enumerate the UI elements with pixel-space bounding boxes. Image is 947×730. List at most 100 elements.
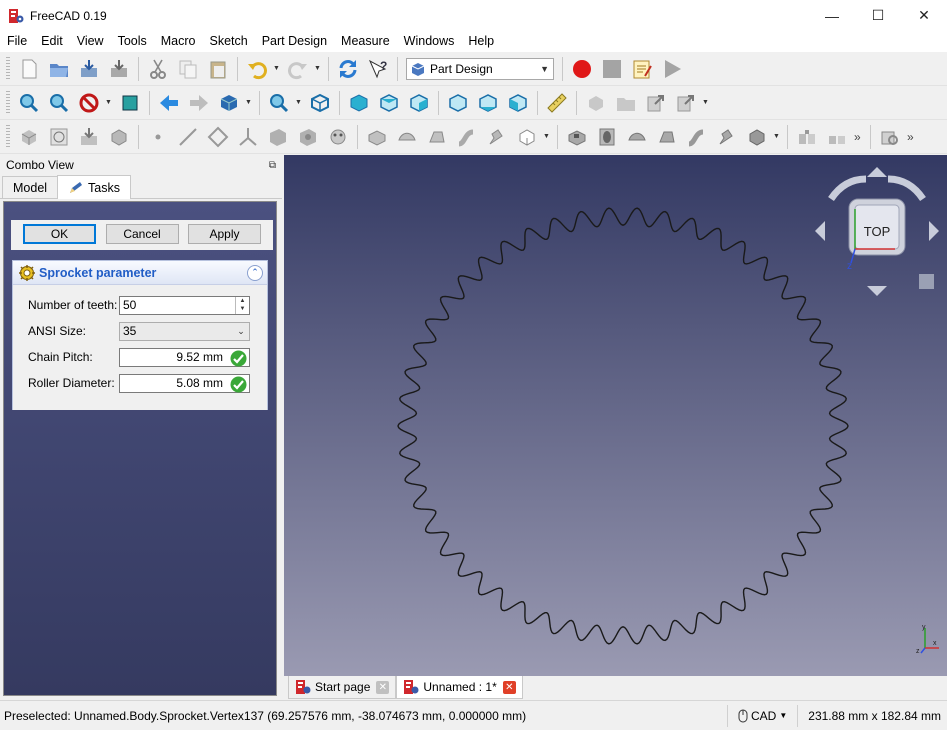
subshape-binder-icon[interactable] bbox=[294, 123, 322, 151]
sync-view-icon[interactable] bbox=[215, 89, 243, 117]
additive-primitive-icon[interactable] bbox=[513, 123, 541, 151]
measure-linear-icon[interactable] bbox=[876, 123, 904, 151]
toolbar-grip[interactable] bbox=[6, 90, 10, 115]
copy-icon[interactable] bbox=[174, 55, 202, 83]
whats-this-icon[interactable]: ? bbox=[364, 55, 392, 83]
view-left-icon[interactable] bbox=[504, 89, 532, 117]
navcube-arrow-up-icon[interactable] bbox=[867, 167, 887, 177]
menu-view[interactable]: View bbox=[70, 31, 111, 52]
subtractive-pipe-icon[interactable] bbox=[683, 123, 711, 151]
link-actions-icon[interactable] bbox=[672, 89, 700, 117]
navcube-arrow-down-icon[interactable] bbox=[867, 286, 887, 296]
save-file-icon[interactable] bbox=[75, 55, 103, 83]
view-bottom-icon[interactable] bbox=[474, 89, 502, 117]
linear-pattern-icon[interactable] bbox=[823, 123, 851, 151]
menu-tools[interactable]: Tools bbox=[111, 31, 154, 52]
additive-loft-icon[interactable] bbox=[423, 123, 451, 151]
redo-icon[interactable] bbox=[284, 55, 312, 83]
navigation-cube[interactable]: TOP z bbox=[807, 159, 947, 299]
additive-helix-icon[interactable] bbox=[483, 123, 511, 151]
attach-sketch-icon[interactable] bbox=[105, 123, 133, 151]
clone-icon[interactable] bbox=[324, 123, 352, 151]
create-sketch-icon[interactable] bbox=[45, 123, 73, 151]
navigation-style-selector[interactable]: CAD ▼ bbox=[732, 709, 793, 723]
isometric-dropdown-icon[interactable]: ▼ bbox=[294, 89, 303, 117]
menu-sketch[interactable]: Sketch bbox=[203, 31, 255, 52]
toolbar-overflow-icon[interactable]: » bbox=[854, 130, 866, 144]
isometric-icon[interactable] bbox=[265, 89, 293, 117]
shape-binder-icon[interactable] bbox=[264, 123, 292, 151]
toolbar-overflow-icon[interactable]: » bbox=[907, 130, 919, 144]
undo-dropdown-icon[interactable]: ▼ bbox=[272, 55, 281, 83]
subtractive-primitive-dropdown-icon[interactable]: ▼ bbox=[772, 123, 781, 151]
navcube-arrow-left-icon[interactable] bbox=[815, 221, 825, 241]
teeth-spinbox[interactable]: 50 ▲ ▼ bbox=[119, 295, 250, 315]
draw-style-icon[interactable] bbox=[75, 89, 103, 117]
undo-icon[interactable] bbox=[243, 55, 271, 83]
revolution-icon[interactable] bbox=[393, 123, 421, 151]
view-rear-icon[interactable] bbox=[444, 89, 472, 117]
hole-icon[interactable] bbox=[593, 123, 621, 151]
measure-distance-icon[interactable] bbox=[543, 89, 571, 117]
chain-pitch-input[interactable]: 9.52 mm bbox=[119, 347, 250, 367]
additive-primitive-dropdown-icon[interactable]: ▼ bbox=[542, 123, 551, 151]
menu-windows[interactable]: Windows bbox=[397, 31, 462, 52]
sprocket-parameter-header[interactable]: Sprocket parameter ⌃ bbox=[13, 261, 267, 285]
sprocket-outline[interactable] bbox=[397, 207, 849, 645]
menu-part-design[interactable]: Part Design bbox=[255, 31, 334, 52]
draw-style-dropdown-icon[interactable]: ▼ bbox=[104, 89, 113, 117]
validate-sketch-icon[interactable] bbox=[75, 123, 103, 151]
close-tab-icon[interactable]: ✕ bbox=[376, 680, 390, 694]
apply-button[interactable]: Apply bbox=[188, 224, 261, 244]
toolbar-grip[interactable] bbox=[6, 56, 10, 81]
workbench-selector[interactable]: Part Design ▼ bbox=[406, 57, 554, 80]
3d-viewport[interactable]: TOP z y x z bbox=[284, 155, 947, 676]
back-arrow-icon[interactable] bbox=[155, 89, 183, 117]
create-group-icon[interactable] bbox=[612, 89, 640, 117]
pocket-icon[interactable] bbox=[563, 123, 591, 151]
datum-plane-icon[interactable] bbox=[204, 123, 232, 151]
macro-edit-icon[interactable] bbox=[628, 55, 656, 83]
datum-point-icon[interactable] bbox=[144, 123, 172, 151]
menu-file[interactable]: File bbox=[0, 31, 34, 52]
mirrored-icon[interactable] bbox=[793, 123, 821, 151]
menu-macro[interactable]: Macro bbox=[154, 31, 203, 52]
cut-icon[interactable] bbox=[144, 55, 172, 83]
forward-arrow-icon[interactable] bbox=[185, 89, 213, 117]
subtractive-loft-icon[interactable] bbox=[653, 123, 681, 151]
tab-tasks[interactable]: Tasks bbox=[57, 175, 131, 199]
collapse-icon[interactable]: ⌃ bbox=[247, 264, 263, 281]
fit-all-icon[interactable] bbox=[15, 89, 43, 117]
bounding-box-icon[interactable] bbox=[116, 89, 144, 117]
cancel-button[interactable]: Cancel bbox=[105, 224, 179, 244]
navcube-arrow-right-icon[interactable] bbox=[929, 221, 939, 241]
view-right-icon[interactable] bbox=[405, 89, 433, 117]
open-file-icon[interactable] bbox=[45, 55, 73, 83]
fit-selection-icon[interactable] bbox=[45, 89, 73, 117]
ok-button[interactable]: OK bbox=[23, 224, 96, 244]
close-window-button[interactable]: ✕ bbox=[901, 0, 947, 31]
pad-icon[interactable] bbox=[363, 123, 391, 151]
link-dropdown-icon[interactable]: ▼ bbox=[701, 89, 710, 117]
navcube-rotate-right-icon[interactable] bbox=[887, 175, 926, 202]
subtractive-helix-icon[interactable] bbox=[713, 123, 741, 151]
macro-stop-icon[interactable] bbox=[598, 55, 626, 83]
close-tab-icon[interactable]: ✕ bbox=[502, 680, 516, 694]
ansi-size-select[interactable]: 35 ⌄ bbox=[119, 321, 250, 341]
macro-record-icon[interactable] bbox=[568, 55, 596, 83]
local-coordinate-icon[interactable] bbox=[234, 123, 262, 151]
menu-help[interactable]: Help bbox=[461, 31, 501, 52]
subtractive-primitive-icon[interactable] bbox=[743, 123, 771, 151]
undock-icon[interactable]: ⧉ bbox=[269, 160, 276, 171]
minimize-button[interactable]: — bbox=[809, 0, 855, 31]
link-icon[interactable] bbox=[642, 89, 670, 117]
tab-unnamed[interactable]: Unnamed : 1* ✕ bbox=[396, 676, 523, 699]
tab-model[interactable]: Model bbox=[2, 176, 59, 198]
new-file-icon[interactable] bbox=[15, 55, 43, 83]
create-part-icon[interactable] bbox=[582, 89, 610, 117]
create-body-icon[interactable] bbox=[15, 123, 43, 151]
menu-measure[interactable]: Measure bbox=[334, 31, 397, 52]
spin-arrows-icon[interactable]: ▲ ▼ bbox=[235, 296, 249, 314]
sync-view-dropdown-icon[interactable]: ▼ bbox=[244, 89, 253, 117]
macro-run-icon[interactable] bbox=[658, 55, 686, 83]
